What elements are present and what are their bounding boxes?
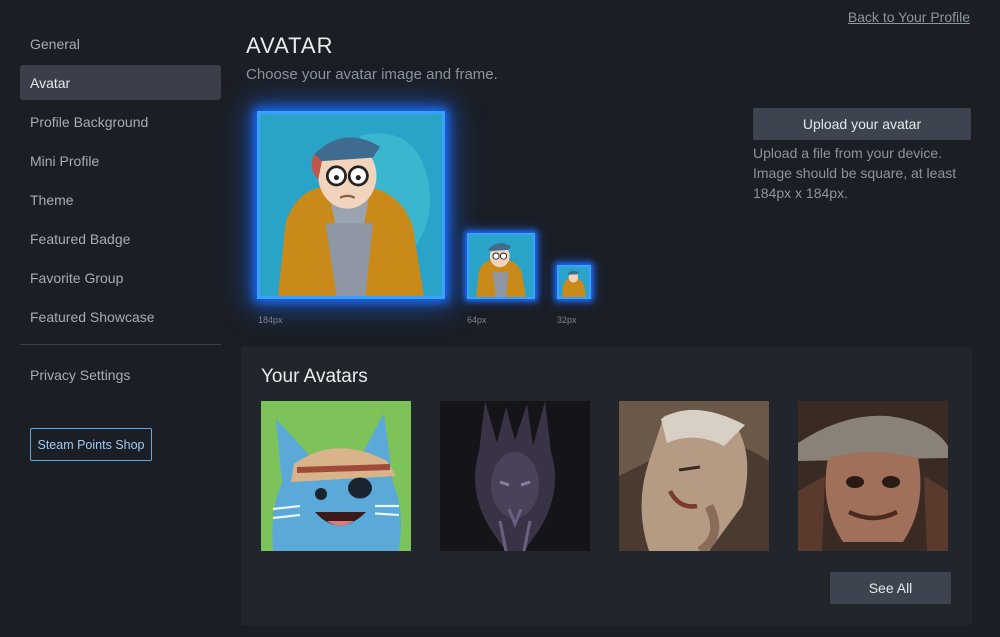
sidebar-item-privacy-settings[interactable]: Privacy Settings [20, 357, 221, 392]
sidebar-item-favorite-group[interactable]: Favorite Group [20, 260, 221, 295]
avatar-thumb-dark-figure[interactable] [440, 401, 590, 551]
your-avatars-panel: Your Avatars See All [241, 347, 972, 625]
sidebar-item-featured-showcase[interactable]: Featured Showcase [20, 299, 221, 334]
sidebar-item-profile-background[interactable]: Profile Background [20, 104, 221, 139]
sidebar-item-featured-badge[interactable]: Featured Badge [20, 221, 221, 256]
dark-horned-figure-avatar-icon [440, 401, 590, 551]
avatar-preview-small [557, 265, 591, 299]
upload-help-text: Upload a file from your device. Image sh… [753, 145, 957, 201]
back-to-profile-link[interactable]: Back to Your Profile [848, 9, 970, 25]
settings-sidebar: General Avatar Profile Background Mini P… [20, 26, 221, 461]
cartoon-man-avatar-icon [559, 267, 589, 297]
your-avatars-title: Your Avatars [261, 366, 368, 387]
pirate-cat-avatar-icon [261, 401, 411, 551]
avatar-thumb-painted-face[interactable] [619, 401, 769, 551]
sidebar-item-theme[interactable]: Theme [20, 182, 221, 217]
sidebar-item-mini-profile[interactable]: Mini Profile [20, 143, 221, 178]
size-label-32: 32px [557, 315, 577, 325]
cartoon-man-avatar-icon [470, 235, 532, 297]
see-all-button[interactable]: See All [830, 572, 951, 604]
painted-face-avatar-icon [619, 401, 769, 551]
sidebar-item-avatar[interactable]: Avatar [20, 65, 221, 100]
cartoon-man-avatar-icon [260, 114, 442, 296]
page-title: AVATAR [246, 33, 334, 58]
upload-avatar-button[interactable]: Upload your avatar [753, 108, 971, 140]
avatar-thumb-pirate-cat[interactable] [261, 401, 411, 551]
avatar-thumb-hat-man[interactable] [798, 401, 948, 551]
sidebar-item-general[interactable]: General [20, 26, 221, 61]
sidebar-divider [20, 344, 221, 345]
steam-points-shop-button[interactable]: Steam Points Shop [30, 428, 152, 461]
avatar-preview-medium [467, 233, 535, 299]
size-label-184: 184px [258, 315, 283, 325]
hat-man-avatar-icon [798, 401, 948, 551]
size-label-64: 64px [467, 315, 487, 325]
page-subtitle: Choose your avatar image and frame. [246, 66, 498, 83]
avatar-preview-large [257, 111, 445, 299]
